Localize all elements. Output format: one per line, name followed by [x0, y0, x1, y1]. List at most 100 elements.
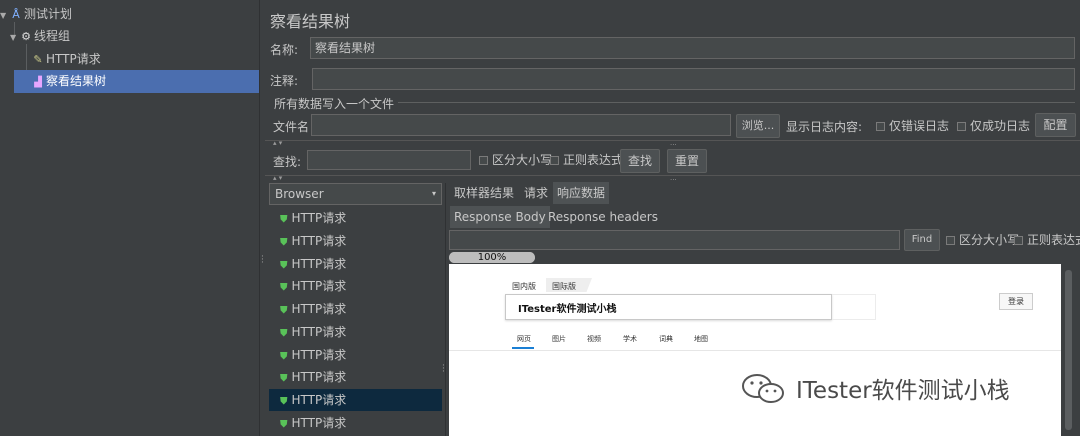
name-label: 名称:: [270, 43, 299, 57]
checkbox-icon[interactable]: [946, 236, 955, 245]
regex-label: 正则表达式: [563, 153, 624, 167]
list-detail-divider[interactable]: [445, 183, 446, 436]
list-item-label: HTTP请求: [291, 370, 347, 384]
list-item-label: HTTP请求: [291, 279, 347, 293]
tree-item-thread-group[interactable]: ▼ ⚙ 线程组: [10, 25, 259, 47]
success-shield-icon: ⛊: [280, 282, 288, 293]
filename-field[interactable]: [311, 114, 731, 136]
list-item-label: HTTP请求: [291, 348, 347, 362]
response-case-sensitive-label: 区分大小写: [959, 233, 1020, 247]
nav-images[interactable]: 图片: [552, 334, 566, 344]
section-border: [398, 102, 1075, 103]
find-button[interactable]: 查找: [620, 149, 660, 173]
login-button[interactable]: 登录: [999, 293, 1033, 310]
tab-response-headers[interactable]: Response headers: [544, 206, 662, 228]
list-item-label: HTTP请求: [291, 325, 347, 339]
list-item[interactable]: ⛊ HTTP请求: [269, 207, 442, 229]
list-item[interactable]: ⛊ HTTP请求: [269, 253, 442, 275]
chart-icon: ▟: [34, 77, 42, 88]
response-scrollbar[interactable]: [1061, 264, 1076, 436]
success-shield-icon: ⛊: [280, 396, 288, 407]
response-regex-label: 正则表达式: [1027, 233, 1080, 247]
web-search-input[interactable]: ITester软件测试小栈: [505, 294, 832, 320]
expand-arrow-icon[interactable]: ▼: [10, 27, 20, 49]
response-find-button[interactable]: Find: [904, 229, 940, 251]
write-all-data-section-label: 所有数据写入一个文件: [274, 97, 395, 111]
tree-item-http-request[interactable]: ✎ HTTP请求: [32, 48, 259, 70]
collapse-arrows-icon[interactable]: ▴ ▾: [273, 140, 282, 147]
success-shield-icon: ⛊: [280, 328, 288, 339]
nav-videos[interactable]: 视频: [587, 334, 601, 344]
gear-icon: ⚙: [21, 30, 31, 43]
nav-active-underline: [512, 347, 534, 349]
list-item[interactable]: ⛊ HTTP请求: [269, 275, 442, 297]
case-sensitive-checkbox[interactable]: 区分大小写: [479, 153, 552, 167]
list-item[interactable]: ⛊ HTTP请求: [269, 298, 442, 320]
tree-item-label: HTTP请求: [46, 52, 101, 66]
configure-button[interactable]: 配置: [1035, 113, 1076, 137]
success-shield-icon: ⛊: [280, 419, 288, 430]
name-field[interactable]: 察看结果树: [310, 37, 1075, 59]
search-input[interactable]: [307, 150, 471, 170]
tab-international[interactable]: 国际版: [552, 281, 576, 292]
success-only-label: 仅成功日志: [970, 119, 1031, 133]
filename-label: 文件名: [273, 120, 310, 134]
search-label: 查找:: [273, 155, 302, 169]
rendered-web-page[interactable]: 国内版 国际版 ITester软件测试小栈 登录 网页 图片 视频 学术 词典 …: [449, 264, 1061, 436]
regex-checkbox[interactable]: 正则表达式: [550, 153, 623, 167]
expand-arrow-icon[interactable]: ▼: [0, 5, 10, 27]
collapse-arrows-icon[interactable]: ▴ ▾: [273, 175, 282, 182]
list-item-label: HTTP请求: [291, 234, 347, 248]
panel-title: 察看结果树: [270, 12, 351, 31]
tab-request[interactable]: 请求: [520, 182, 552, 204]
tab-response-data[interactable]: 响应数据: [553, 182, 610, 204]
nav-academic[interactable]: 学术: [623, 334, 637, 344]
response-find-input[interactable]: [449, 230, 900, 250]
web-search-button[interactable]: [832, 294, 876, 320]
wechat-icon: [742, 374, 784, 403]
success-shield-icon: ⛊: [280, 214, 288, 225]
list-item-label: HTTP请求: [291, 211, 347, 225]
nav-web[interactable]: 网页: [517, 334, 531, 344]
checkbox-icon[interactable]: [479, 156, 488, 165]
list-item-label: HTTP请求: [291, 416, 347, 430]
checkbox-icon[interactable]: [876, 122, 885, 131]
grip-icon: ···: [442, 361, 445, 377]
comment-label: 注释:: [270, 74, 299, 88]
success-shield-icon: ⛊: [280, 373, 288, 384]
renderer-select[interactable]: Browser ▾: [269, 183, 442, 205]
comment-field[interactable]: [312, 68, 1075, 90]
list-item-label: HTTP请求: [291, 302, 347, 316]
scrollbar-thumb[interactable]: [1065, 270, 1072, 430]
tree-item-test-plan[interactable]: ▼ Å 测试计划: [0, 3, 259, 25]
tree-item-view-results-tree[interactable]: ▟ 察看结果树: [14, 70, 259, 93]
nav-maps[interactable]: 地图: [694, 334, 708, 344]
errors-only-checkbox[interactable]: 仅错误日志: [876, 119, 949, 133]
tab-domestic[interactable]: 国内版: [512, 281, 536, 292]
tab-sampler-result[interactable]: 取样器结果: [450, 182, 518, 204]
checkbox-icon[interactable]: [957, 122, 966, 131]
success-only-checkbox[interactable]: 仅成功日志: [957, 119, 1030, 133]
list-item[interactable]: ⛊ HTTP请求: [269, 412, 442, 434]
list-item[interactable]: ⛊ HTTP请求: [269, 344, 442, 366]
response-regex-checkbox[interactable]: 正则表达式: [1014, 233, 1080, 247]
test-plan-icon: Å: [12, 8, 20, 21]
list-item[interactable]: ⛊ HTTP请求: [269, 230, 442, 252]
log-display-label: 显示日志内容:: [786, 120, 863, 134]
list-item-label: HTTP请求: [291, 393, 347, 407]
checkbox-icon[interactable]: [550, 156, 559, 165]
browse-button[interactable]: 浏览...: [736, 114, 780, 138]
reset-button[interactable]: 重置: [667, 149, 707, 173]
checkbox-icon[interactable]: [1014, 236, 1023, 245]
list-item[interactable]: ⛊ HTTP请求: [269, 366, 442, 388]
list-item[interactable]: ⛊ HTTP请求: [269, 321, 442, 343]
list-item-selected[interactable]: ⛊ HTTP请求: [269, 389, 442, 411]
tree-item-label: 察看结果树: [46, 74, 107, 88]
grip-icon: ···: [261, 252, 264, 268]
tab-response-body[interactable]: Response Body: [450, 206, 550, 228]
load-progress-bar: 100%: [449, 252, 535, 263]
success-shield-icon: ⛊: [280, 260, 288, 271]
nav-dictionary[interactable]: 词典: [659, 334, 673, 344]
web-search-value: ITester软件测试小栈: [518, 304, 617, 315]
response-case-sensitive-checkbox[interactable]: 区分大小写: [946, 233, 1019, 247]
